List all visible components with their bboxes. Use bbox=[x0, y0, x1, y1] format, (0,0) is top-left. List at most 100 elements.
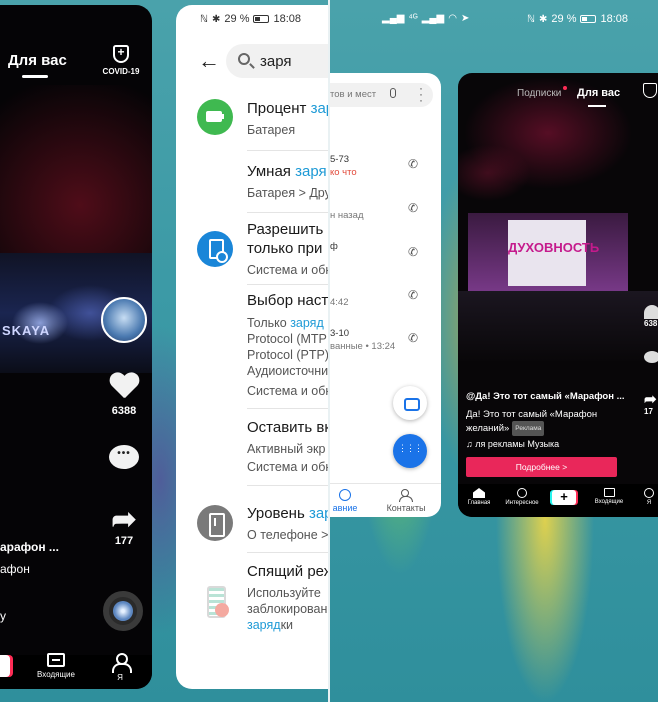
like-button[interactable]: 6388 bbox=[101, 373, 147, 417]
tiktok-card-left[interactable]: SKAYA Для вас COVID-19 6388 ➦ 177 арафон… bbox=[0, 5, 152, 689]
nav-me-label: Я bbox=[117, 673, 123, 682]
video-title: арафон ... bbox=[0, 540, 59, 554]
tiktok-card-right[interactable]: ДУХОВНОСТЬ Подписки Для вас 638 ➦ 17 @Да… bbox=[458, 73, 658, 517]
call-entry-status: ко что bbox=[330, 167, 357, 178]
status-bar: ℕ ✱ 29 % 18:08 bbox=[200, 13, 301, 25]
covid-button[interactable]: COVID-19 bbox=[99, 45, 143, 76]
call-icon[interactable]: ✆ bbox=[408, 201, 418, 215]
battery-icon bbox=[580, 15, 597, 23]
contacts-icon bbox=[399, 489, 413, 502]
signal-icon-2: ▂▄▆ bbox=[421, 13, 445, 24]
result-path: О телефоне > О bbox=[247, 528, 328, 542]
nav-home[interactable]: Главная bbox=[464, 488, 494, 506]
comment-button[interactable] bbox=[644, 351, 658, 363]
nav-inbox[interactable]: Входящие bbox=[36, 653, 76, 679]
profile-icon bbox=[111, 653, 132, 673]
result-title: Выбор настр bbox=[247, 292, 328, 309]
phone-info-icon bbox=[197, 505, 233, 541]
divider bbox=[247, 552, 328, 553]
call-entry-time: ванные • 13:24 bbox=[330, 341, 396, 352]
share-arrow-icon: ➦ bbox=[644, 391, 657, 408]
result-title-line2: только при bbox=[247, 240, 323, 257]
sleep-mode-icon bbox=[197, 583, 233, 619]
result-path: Система и обн bbox=[247, 384, 328, 398]
music-disc[interactable] bbox=[103, 591, 143, 631]
nav-inbox[interactable]: Входящие bbox=[592, 488, 626, 505]
divider bbox=[247, 150, 328, 151]
stage-word: ДУХОВНОСТЬ bbox=[508, 240, 600, 255]
nfc-icon: ℕ bbox=[527, 13, 536, 25]
result-line: Только заряд bbox=[247, 316, 324, 330]
contacts-search[interactable]: тов и мест · · · bbox=[330, 82, 433, 107]
call-icon[interactable]: ✆ bbox=[408, 245, 418, 259]
notification-dot bbox=[563, 86, 567, 90]
result-title: Оставить вк bbox=[247, 419, 328, 436]
nav-me[interactable]: Я bbox=[642, 488, 656, 506]
like-button[interactable]: 638 bbox=[644, 305, 658, 328]
nav-inbox-label: Входящие bbox=[37, 670, 75, 679]
create-button[interactable]: + bbox=[552, 490, 576, 505]
nav-discover[interactable]: Интересное bbox=[502, 488, 542, 506]
divider bbox=[247, 408, 328, 409]
creator-avatar[interactable] bbox=[101, 297, 147, 343]
call-icon[interactable]: ✆ bbox=[408, 157, 418, 171]
call-icon[interactable]: ✆ bbox=[408, 288, 418, 302]
result-path: Система и обн bbox=[247, 460, 328, 474]
call-entry-number[interactable]: 3-10 bbox=[330, 328, 349, 339]
tab-for-you[interactable]: Для вас bbox=[8, 52, 67, 69]
result-line: Используйте bbox=[247, 586, 321, 600]
call-entry-number[interactable]: 5-73 bbox=[330, 154, 349, 165]
tab-contacts-label: Контакты bbox=[386, 503, 426, 513]
wifi-icon: ◠ bbox=[448, 13, 457, 24]
call-icon[interactable]: ✆ bbox=[408, 331, 418, 345]
ad-badge: Реклама bbox=[512, 421, 545, 436]
mic-icon[interactable] bbox=[390, 88, 396, 98]
bluetooth-icon: ✱ bbox=[539, 13, 548, 25]
tab-contacts[interactable]: Контакты bbox=[384, 489, 428, 513]
app-switcher: SKAYA Для вас COVID-19 6388 ➦ 177 арафон… bbox=[0, 0, 658, 702]
home-icon bbox=[473, 488, 485, 498]
like-count: 6388 bbox=[111, 405, 137, 417]
more-options-icon[interactable]: · · · bbox=[419, 82, 423, 106]
clock: 18:08 bbox=[600, 13, 629, 25]
search-field[interactable]: заря bbox=[226, 44, 328, 78]
call-entry-time: 4:42 bbox=[330, 297, 349, 308]
like-count: 638 bbox=[644, 319, 658, 328]
shield-icon bbox=[113, 45, 129, 63]
result-path: Батарея bbox=[247, 123, 296, 137]
active-tab-indicator bbox=[22, 75, 48, 78]
result-title: Спящий реж bbox=[247, 563, 328, 580]
share-arrow-icon: ➦ bbox=[111, 503, 137, 536]
network-type: ⁴ᴳ bbox=[408, 13, 418, 24]
result-path: Батарея > Дру bbox=[247, 186, 328, 200]
music-label[interactable]: ♫ ля рекламы Музыка bbox=[466, 439, 559, 449]
call-entry-name[interactable]: ф bbox=[330, 241, 338, 252]
heart-icon bbox=[644, 305, 658, 319]
bluetooth-icon: ✱ bbox=[212, 13, 221, 25]
shield-icon[interactable] bbox=[643, 83, 657, 98]
result-title: Уровень зар bbox=[247, 505, 328, 522]
signal-icon: ▂▄▆ bbox=[382, 13, 405, 24]
video-call-button[interactable] bbox=[393, 386, 427, 420]
result-line: Активный экр bbox=[247, 442, 326, 456]
back-arrow-icon[interactable]: ← bbox=[198, 50, 220, 72]
tab-following[interactable]: Подписки bbox=[517, 88, 561, 99]
nav-me[interactable]: Я bbox=[108, 653, 132, 682]
result-title: Разрешить bbox=[247, 221, 324, 238]
share-button[interactable]: ➦ 17 bbox=[644, 391, 657, 416]
phone-app-card[interactable]: тов и мест · · · 5-73 ко что ✆ н назад ✆ ф… bbox=[330, 73, 441, 517]
stage-text: SKAYA bbox=[2, 323, 51, 338]
tab-for-you[interactable]: Для вас bbox=[577, 87, 620, 99]
comment-button[interactable] bbox=[101, 445, 147, 469]
tab-recent-label: авние bbox=[332, 503, 358, 513]
dialpad-button[interactable] bbox=[393, 434, 427, 468]
share-button[interactable]: ➦ 177 bbox=[101, 503, 147, 548]
heart-icon bbox=[109, 373, 139, 401]
phone-bottom-nav: авние Контакты bbox=[330, 483, 441, 517]
learn-more-button[interactable]: Подробнее > bbox=[466, 457, 617, 477]
settings-card[interactable]: ℕ ✱ 29 % 18:08 ← заря Процент зар Батаре… bbox=[176, 5, 328, 689]
active-tab-indicator bbox=[588, 105, 606, 107]
tab-recent[interactable]: авние bbox=[330, 489, 360, 513]
inbox-icon bbox=[603, 488, 615, 497]
create-button[interactable] bbox=[0, 655, 10, 677]
